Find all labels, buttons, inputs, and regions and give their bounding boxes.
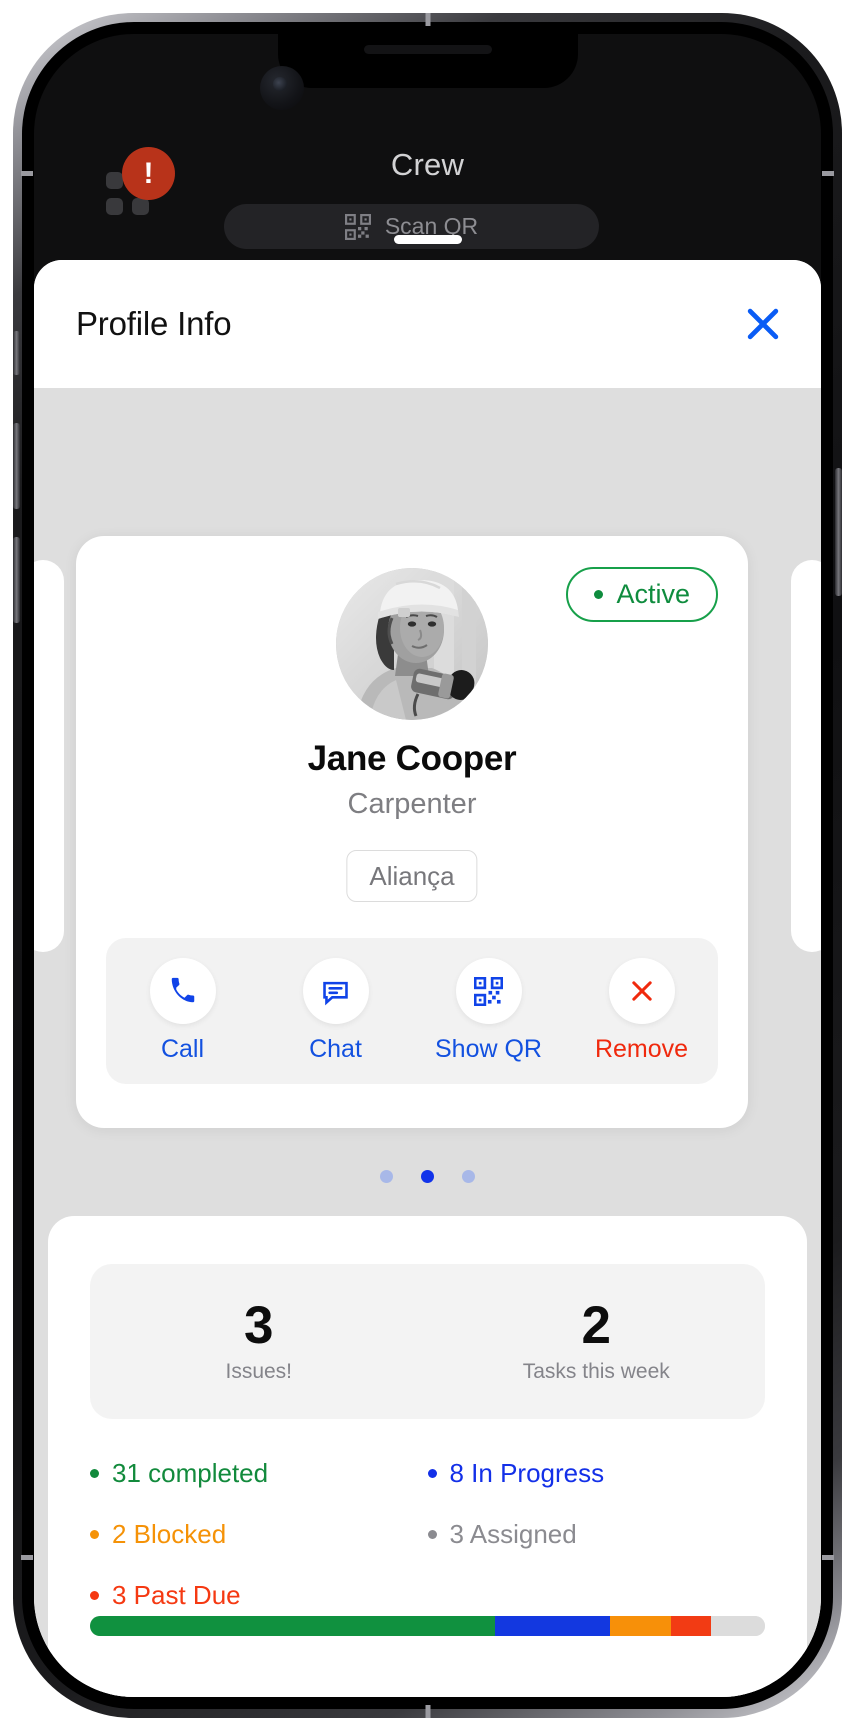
status-legend: 31 completed 8 In Progress 2 Blocked 3 A… [90,1458,765,1611]
profile-carousel[interactable]: Active Jane Cooper Carpenter Aliança Cal… [34,388,821,1183]
sheet-body: Active Jane Cooper Carpenter Aliança Cal… [34,388,821,1697]
profile-info-sheet: Profile Info Active Jane Cooper Carpente… [34,260,821,1697]
legend-dot-completed [90,1469,99,1478]
pagination-dot-1[interactable] [380,1170,393,1183]
legend-item-past-due: 3 Past Due [90,1580,428,1611]
antenna-line [425,1705,430,1718]
person-role: Carpenter [347,788,477,820]
device-bezel: ! Crew Scan QR Profile Info Active Jane … [22,22,833,1709]
show-qr-label: Show QR [435,1035,542,1063]
pagination-dot-3[interactable] [462,1170,475,1183]
antenna-line [822,1555,834,1560]
legend-dot-past-due [90,1591,99,1600]
company-chip[interactable]: Aliança [346,850,478,902]
status-badge-label: Active [616,579,690,609]
silent-switch[interactable] [13,331,20,375]
legend-dot-assigned [427,1530,437,1539]
carousel-card-previous[interactable] [34,560,64,952]
remove-button[interactable]: Remove [573,958,711,1064]
stats-summary-box: 3 Issues! 2 Tasks this week [90,1264,765,1419]
qr-icon [455,958,522,1024]
chat-icon [302,958,369,1024]
carousel-card-next[interactable] [791,560,821,952]
stat-tasks-value: 2 [581,1296,611,1355]
sheet-header: Profile Info [34,260,821,388]
progress-segment-past-due [670,1616,711,1636]
person-name: Jane Cooper [307,739,517,778]
progress-segment-remaining [711,1616,765,1636]
legend-label-past-due: 3 Past Due [112,1580,241,1610]
chat-label: Chat [309,1035,362,1063]
legend-label-blocked: 2 Blocked [112,1519,227,1549]
antenna-line [822,171,834,176]
stat-issues: 3 Issues! [90,1264,428,1419]
close-icon [608,958,675,1024]
device-notch [277,34,578,88]
phone-screen: ! Crew Scan QR Profile Info Active Jane … [34,34,821,1697]
front-camera [260,66,304,110]
legend-dot-blocked [90,1530,99,1539]
legend-item-completed: 31 completed [90,1458,428,1489]
antenna-line [21,171,33,176]
call-label: Call [160,1035,205,1063]
status-dot-icon [594,590,604,599]
stat-tasks-caption: Tasks this week [522,1360,670,1383]
carousel-pagination[interactable] [34,1170,821,1183]
progress-segment-blocked [609,1616,671,1636]
qr-icon [344,213,371,240]
earpiece-speaker [363,45,492,54]
legend-label-completed: 31 completed [112,1458,269,1488]
legend-label-in-progress: 8 In Progress [449,1458,605,1488]
action-bar: Call Chat Show QR Remove [106,938,718,1084]
stat-issues-value: 3 [244,1296,274,1355]
status-badge: Active [566,567,718,622]
stat-issues-caption: Issues! [225,1360,293,1383]
antenna-line [425,13,430,26]
avatar [336,568,488,720]
close-icon[interactable] [741,302,785,346]
volume-down-button[interactable] [13,537,20,623]
pagination-dot-2[interactable] [421,1170,434,1183]
antenna-line [21,1555,33,1560]
progress-segment-completed [90,1616,495,1636]
legend-label-assigned: 3 Assigned [449,1519,577,1549]
chat-button[interactable]: Chat [267,958,405,1064]
stats-panel: 3 Issues! 2 Tasks this week 31 completed… [48,1216,807,1697]
progress-bar [90,1616,765,1636]
sheet-title: Profile Info [76,305,232,342]
stat-tasks: 2 Tasks this week [428,1264,766,1419]
volume-up-button[interactable] [13,423,20,509]
legend-dot-in-progress [427,1469,437,1478]
legend-item-in-progress: 8 In Progress [427,1458,766,1489]
remove-label: Remove [594,1035,689,1063]
profile-card: Active Jane Cooper Carpenter Aliança Cal… [76,536,748,1128]
progress-segment-in-progress [495,1616,610,1636]
call-button[interactable]: Call [114,958,252,1064]
alert-badge[interactable]: ! [122,147,175,200]
screenshot-root: ! Crew Scan QR Profile Info Active Jane … [0,0,855,1731]
show-qr-button[interactable]: Show QR [420,958,558,1064]
phone-device-frame: ! Crew Scan QR Profile Info Active Jane … [13,13,842,1718]
home-indicator [393,235,462,244]
power-button[interactable] [835,468,842,596]
phone-icon [149,958,216,1024]
legend-item-assigned: 3 Assigned [427,1519,766,1550]
legend-item-blocked: 2 Blocked [90,1519,428,1550]
